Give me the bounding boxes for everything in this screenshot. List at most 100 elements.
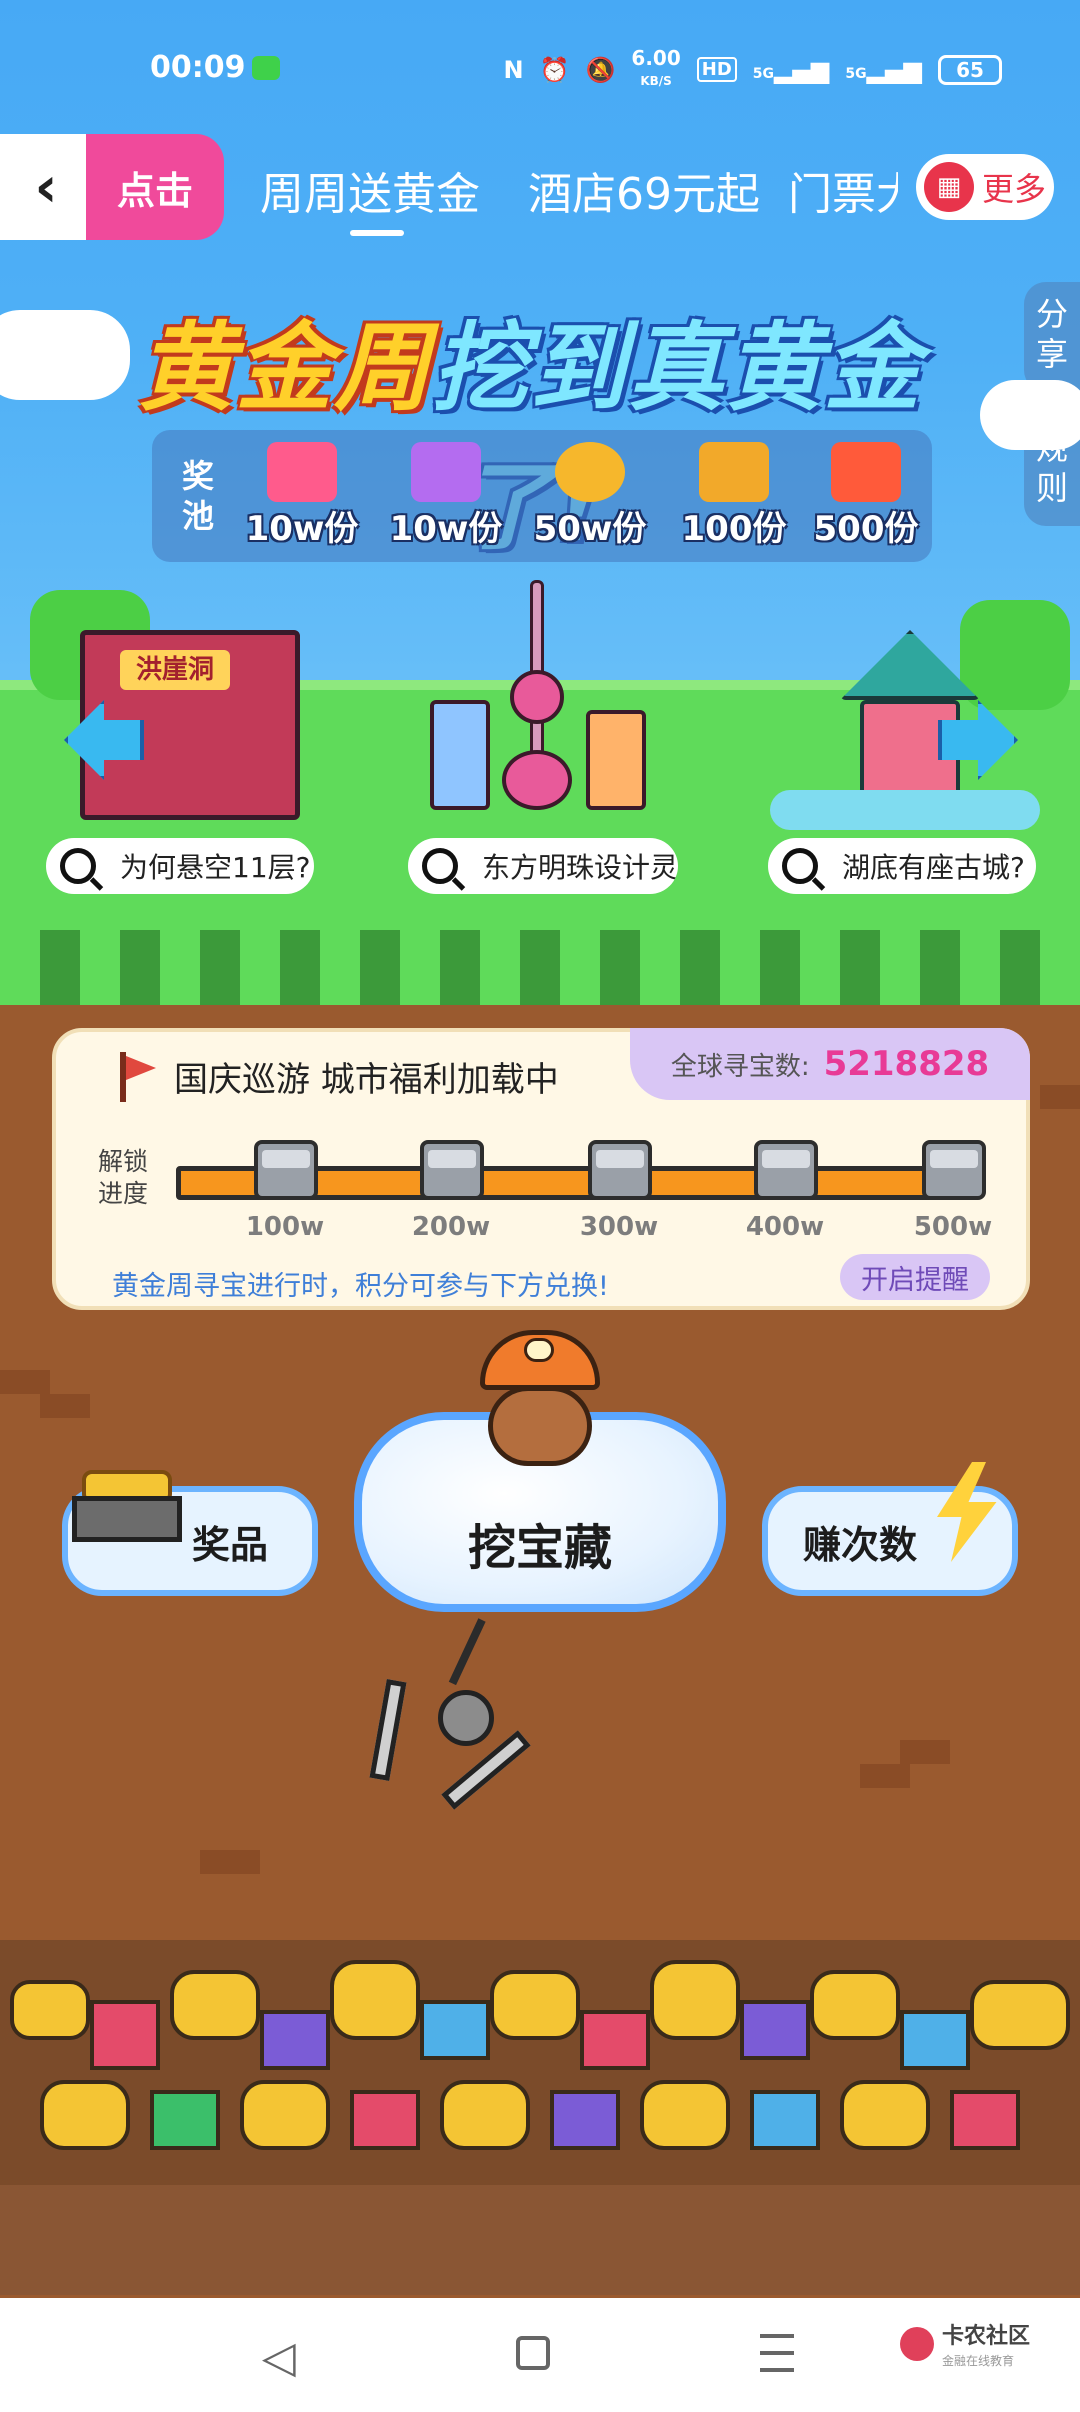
- dirt-block: [40, 1394, 90, 1418]
- prize-qty: 100份: [681, 509, 787, 549]
- search-icon: [422, 848, 458, 884]
- dig-label: 挖宝藏: [467, 1520, 612, 1576]
- prize-pool-label: 奖池: [181, 457, 214, 535]
- battery-icon: 65: [938, 54, 1002, 85]
- flag-icon: [114, 1052, 158, 1102]
- progress-title: 国庆巡游 城市福利加载中: [174, 1060, 559, 1100]
- cloud-right: [980, 380, 1080, 450]
- tab-hotel[interactable]: 酒店69元起: [528, 158, 760, 222]
- gold-nugget: [10, 1980, 90, 2040]
- red-ticket-icon: [267, 442, 337, 502]
- hongyadong-sign: 洪崖洞: [120, 650, 230, 690]
- message-notification-icon: [252, 56, 280, 80]
- click-button[interactable]: 点击: [86, 134, 224, 240]
- search-icon: [782, 848, 818, 884]
- more-button[interactable]: ▦ 更多: [916, 154, 1054, 220]
- search-icon: [60, 848, 96, 884]
- status-bar: 00:09 N ⏰ 🔕 6.00 KB/S HD 5G▂▄▆ 5G▂▄▆ 65: [0, 0, 1080, 130]
- signal-icon-1: 5G▂▄▆: [752, 55, 830, 84]
- purple-gem: [260, 2010, 330, 2070]
- scene-search-1[interactable]: 为何悬空11层?: [46, 838, 314, 894]
- prize-item: 100份: [662, 436, 806, 556]
- grid-icon: ▦: [924, 162, 974, 212]
- mine-cart-icon: [72, 1470, 192, 1560]
- tab-tickets[interactable]: 门票大: [788, 158, 898, 222]
- skyscraper-left: [430, 700, 490, 810]
- nav-home-icon[interactable]: [516, 2336, 550, 2370]
- milestone-label: 100w: [245, 1212, 325, 1242]
- cart-body: [72, 1496, 182, 1542]
- gold-nugget: [330, 1960, 420, 2040]
- signal-icon-2: 5G▂▄▆: [845, 55, 922, 84]
- blue-gem: [420, 2000, 490, 2060]
- red-gem: [90, 2000, 160, 2070]
- claw-rope: [448, 1618, 486, 1686]
- share-label: 分享: [1035, 295, 1068, 373]
- gold-nugget: [40, 2080, 130, 2150]
- milestone-label: 200w: [411, 1212, 491, 1242]
- banner-golden-week: 黄金周: [138, 312, 432, 424]
- earn-tries-label: 赚次数: [802, 1522, 917, 1567]
- top-tab-bar: ‹ 点击 周周送黄金 酒店69元起 门票大 ▦ 更多: [0, 132, 1080, 242]
- prize-item: 500份: [806, 436, 926, 556]
- nfc-icon: N: [503, 55, 524, 84]
- gold-nugget: [650, 1960, 740, 2040]
- prize-pool: 奖池 10w份 10w份 50w份 100份 500份: [152, 430, 932, 562]
- claw-arm-left: [369, 1679, 407, 1781]
- gold-nugget: [490, 1970, 580, 2040]
- treasure-chest-icon[interactable]: [420, 1140, 484, 1200]
- network-speed-value: 6.00: [631, 46, 681, 70]
- scene-search-text: 湖底有座古城?: [842, 851, 1025, 884]
- alarm-icon: ⏰: [539, 55, 570, 84]
- milestone-label: 300w: [579, 1212, 659, 1242]
- title-banner: 黄金周挖到真黄金了!: [90, 290, 970, 563]
- nav-back-icon[interactable]: ◁: [262, 2332, 296, 2383]
- grass-edge: [0, 930, 1080, 1010]
- treasure-chest-icon[interactable]: [254, 1140, 318, 1200]
- gold-nugget: [840, 2080, 930, 2150]
- status-icons: N ⏰ 🔕 6.00 KB/S HD 5G▂▄▆ 5G▂▄▆ 65: [504, 48, 1002, 91]
- back-button[interactable]: ‹: [0, 134, 92, 240]
- dirt-block: [200, 1850, 260, 1874]
- miner-face: [488, 1386, 592, 1466]
- scene-oriental-pearl[interactable]: [410, 580, 670, 830]
- miner-lamp: [524, 1338, 554, 1362]
- global-count-label: 全球寻宝数:: [670, 1051, 810, 1082]
- hd-icon: HD: [696, 57, 737, 82]
- global-count-badge: 全球寻宝数: 5218828: [630, 1028, 1030, 1100]
- network-type-1: 5G: [752, 65, 775, 82]
- scene-search-text: 为何悬空11层?: [120, 851, 311, 884]
- scene-lake-city[interactable]: [770, 590, 1040, 830]
- treasure-chest-icon[interactable]: [754, 1140, 818, 1200]
- gold-coin-icon: [555, 442, 625, 502]
- watermark: 卡农社区 金融在线教育: [900, 2318, 1030, 2369]
- share-button[interactable]: 分享: [1024, 282, 1080, 392]
- chevron-left-icon: ‹: [34, 154, 58, 220]
- status-time: 00:09: [150, 50, 246, 85]
- tab-weekly-gold[interactable]: 周周送黄金: [260, 158, 480, 236]
- red-gem: [350, 2090, 420, 2150]
- more-label: 更多: [982, 170, 1047, 208]
- scene-search-2[interactable]: 东方明珠设计灵感: [408, 838, 678, 894]
- mute-icon: 🔕: [585, 55, 616, 84]
- treasure-chest-icon[interactable]: [588, 1140, 652, 1200]
- flag-cloth: [126, 1056, 156, 1080]
- prize-item: 50w份: [518, 436, 662, 556]
- dirt-block: [0, 1370, 50, 1394]
- purple-gem: [550, 2090, 620, 2150]
- milestone-label: 400w: [745, 1212, 825, 1242]
- skyscraper-right: [586, 710, 646, 810]
- claw-icon: [360, 1618, 560, 1840]
- gold-nugget: [240, 2080, 330, 2150]
- gold-nugget: [440, 2080, 530, 2150]
- system-nav-bar: ◁ 卡农社区 金融在线教育: [0, 2298, 1080, 2412]
- treasure-chest-icon[interactable]: [922, 1140, 986, 1200]
- scene-search-3[interactable]: 湖底有座古城?: [768, 838, 1036, 894]
- milestone-label: 500w: [913, 1212, 993, 1242]
- watermark-logo-icon: [900, 2326, 934, 2361]
- prize-qty: 500份: [813, 509, 919, 549]
- nav-menu-icon[interactable]: [760, 2334, 794, 2372]
- enable-reminder-button[interactable]: 开启提醒: [840, 1254, 990, 1300]
- gift-box-icon: [831, 442, 901, 502]
- watermark-subtitle: 金融在线教育: [942, 2354, 1015, 2368]
